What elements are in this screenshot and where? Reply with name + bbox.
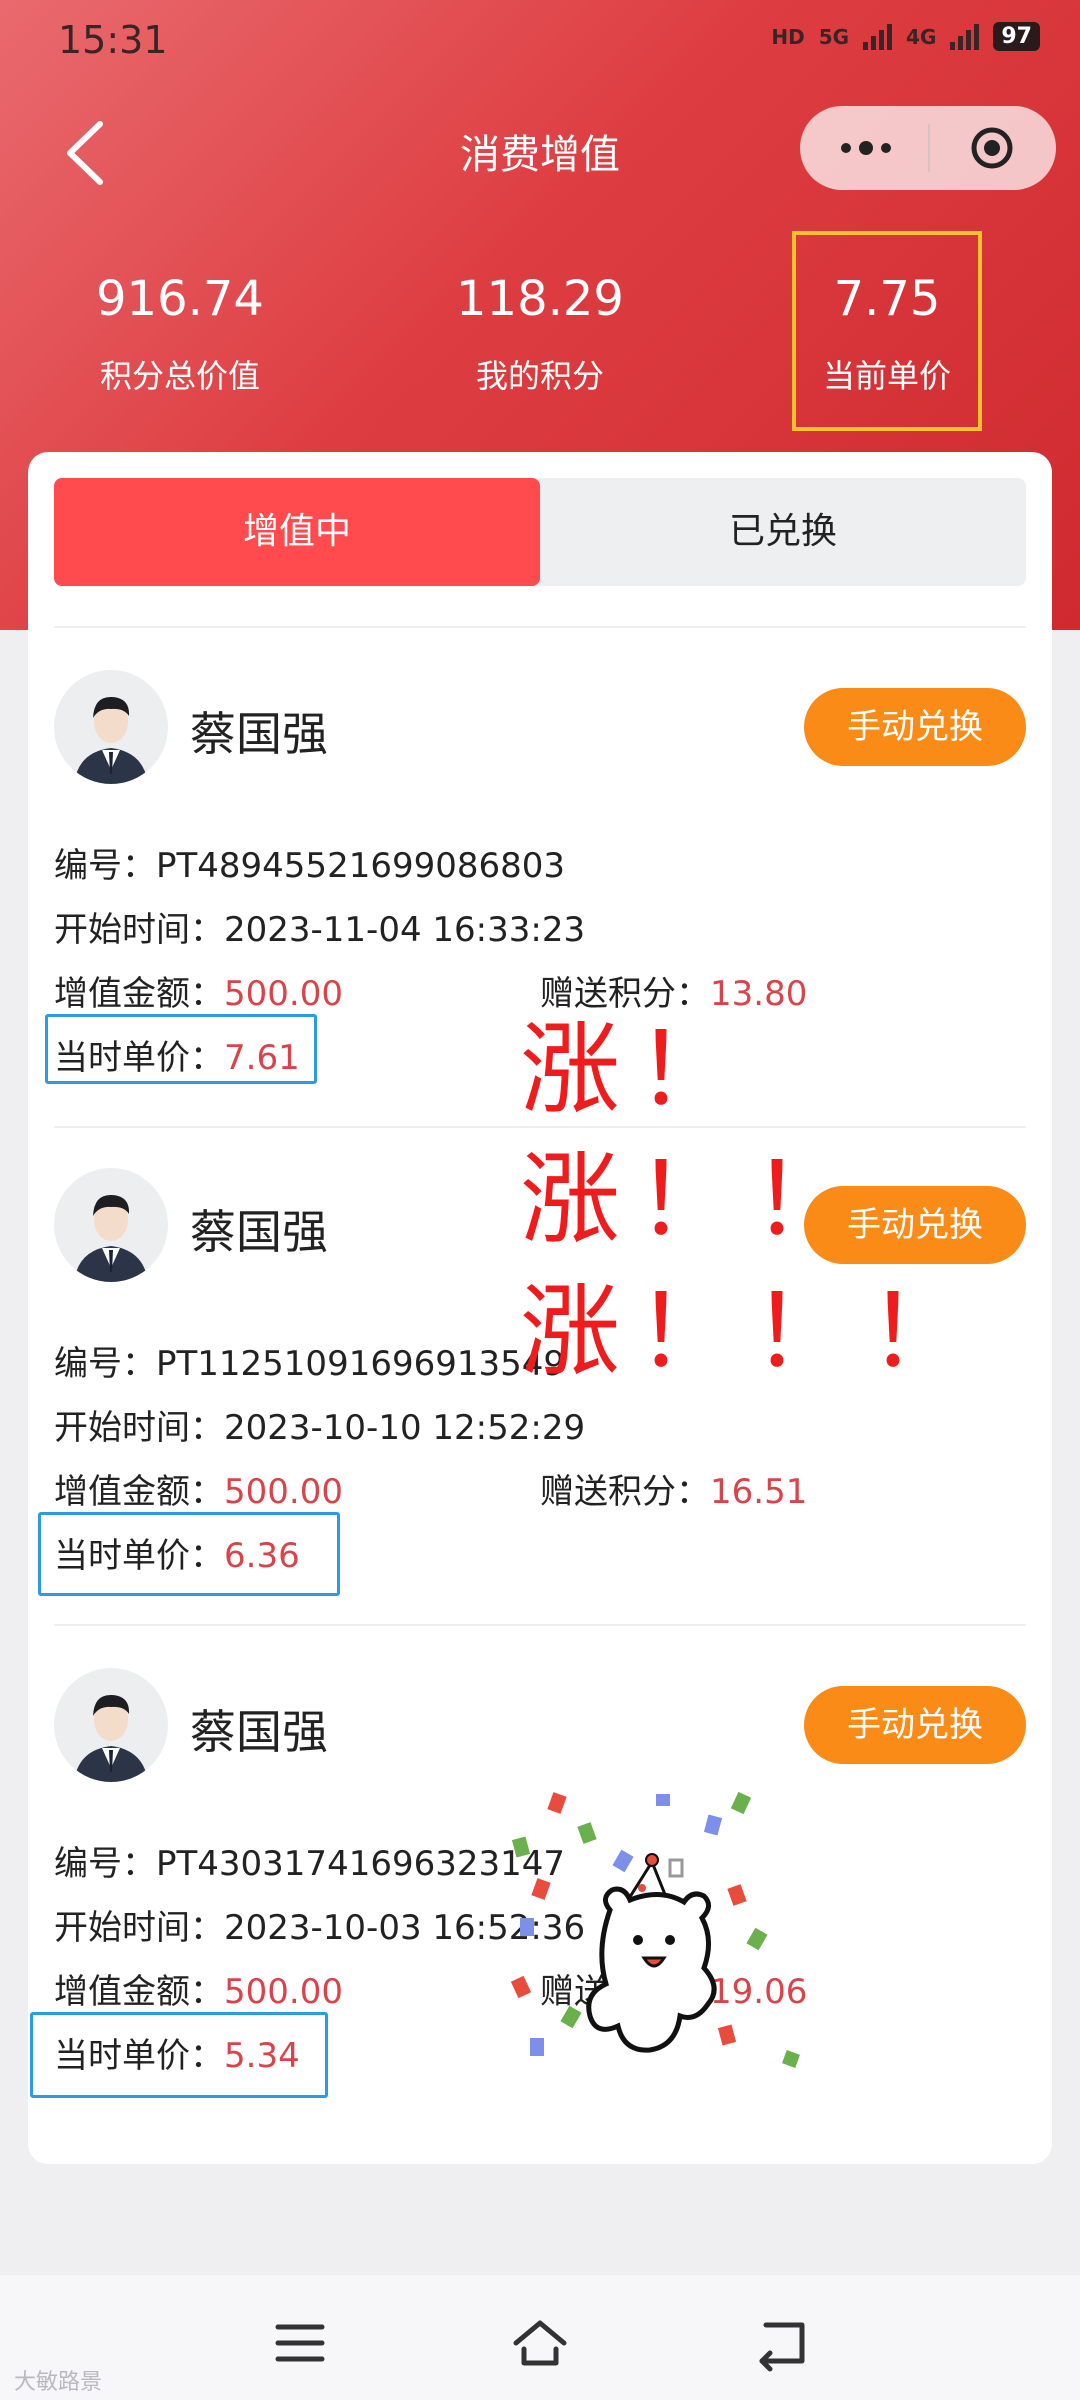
bonus-label: 赠送积分： [540, 1472, 710, 1512]
home-icon[interactable] [510, 2313, 570, 2373]
bonus-value: 16.51 [710, 1472, 808, 1512]
stat-current-price: 7.75 当前单价 [792, 231, 982, 431]
menu-icon[interactable] [270, 2313, 330, 2373]
user-name: 蔡国强 [190, 707, 328, 761]
hd-icon: HD [771, 24, 805, 49]
manual-redeem-button[interactable]: 手动兑换 [804, 1686, 1026, 1764]
user-name: 蔡国强 [190, 1205, 328, 1259]
person-avatar-icon [74, 696, 148, 784]
stat-total-value-number: 916.74 [96, 271, 264, 327]
price-highlight-box [45, 1014, 317, 1084]
price-highlight-box [30, 2012, 328, 2098]
stat-my-points: 118.29 我的积分 [380, 255, 700, 397]
record-bonus-row: 赠送积分：13.80 [540, 966, 807, 1015]
person-avatar-icon [74, 1694, 148, 1782]
network-5g-label: 5G [818, 24, 850, 49]
tab-bar: 增值中 已兑换 [54, 478, 1026, 586]
annotation-text-1: 涨！ [520, 1011, 752, 1128]
avatar [54, 1168, 168, 1282]
watermark: 大敏路景 [14, 2370, 103, 2395]
record-start-row: 开始时间：2023-10-10 12:52:29 [54, 1400, 585, 1449]
signal-icon [863, 23, 893, 50]
nav-bar: 消费增值 [0, 100, 1080, 200]
stat-my-points-number: 118.29 [456, 271, 624, 327]
record-id-label: 编号： [54, 1344, 156, 1384]
record-id-value: PT48945521699086803 [156, 846, 566, 886]
network-4g-label: 4G [906, 24, 937, 49]
stats-row: 916.74 积分总价值 118.29 我的积分 7.75 当前单价 [0, 231, 1080, 445]
amount-label: 增值金额： [54, 1972, 224, 2012]
battery-icon: 97 [993, 22, 1040, 51]
record-amount-row: 增值金额：500.00 [54, 966, 343, 1015]
record-bonus-row: 赠送积分：16.51 [540, 1464, 807, 1513]
bonus-label: 赠送积分： [540, 974, 710, 1014]
close-target-icon[interactable] [970, 126, 1014, 170]
avatar [54, 670, 168, 784]
amount-label: 增值金额： [54, 1472, 224, 1512]
bonus-value: 13.80 [710, 974, 808, 1014]
record-id-label: 编号： [54, 1844, 156, 1884]
divider [54, 626, 1026, 628]
stat-current-price-number: 7.75 [833, 271, 941, 327]
amount-value: 500.00 [224, 974, 343, 1014]
amount-label: 增值金额： [54, 974, 224, 1014]
stat-total-value: 916.74 积分总价值 [20, 255, 340, 397]
status-time: 15:31 [58, 18, 168, 62]
record-amount-row: 增值金额：500.00 [54, 1964, 343, 2013]
celebration-bear-sticker [510, 1791, 800, 2068]
signal-icon [950, 23, 980, 50]
status-bar: 15:31 HD 5G 4G 97 [0, 0, 1080, 80]
user-name: 蔡国强 [190, 1705, 328, 1759]
record-id-value: PT11251091696913549 [156, 1344, 566, 1384]
start-time-value: 2023-11-04 16:33:23 [224, 910, 586, 950]
start-time-value: 2023-10-10 12:52:29 [224, 1408, 586, 1448]
more-icon[interactable] [838, 136, 894, 160]
system-navigation-bar [0, 2275, 1080, 2400]
stat-total-value-label: 积分总价值 [99, 357, 260, 395]
record-id-row: 编号：PT43031741696323147 [54, 1836, 565, 1885]
tab-appreciating[interactable]: 增值中 [54, 478, 540, 586]
person-avatar-icon [74, 1194, 148, 1282]
status-icons: HD 5G 4G 97 [771, 22, 1040, 51]
back-icon[interactable] [752, 2313, 812, 2373]
divider [54, 1624, 1026, 1626]
record-id-label: 编号： [54, 846, 156, 886]
stat-current-price-label: 当前单价 [822, 357, 951, 395]
amount-value: 500.00 [224, 1972, 343, 2012]
avatar [54, 1668, 168, 1782]
stat-my-points-label: 我的积分 [475, 357, 604, 395]
amount-value: 500.00 [224, 1472, 343, 1512]
record-amount-row: 增值金额：500.00 [54, 1464, 343, 1513]
start-time-label: 开始时间： [54, 910, 224, 950]
record-id-row: 编号：PT11251091696913549 [54, 1336, 565, 1385]
annotation-text-2: 涨！！ [520, 1141, 868, 1258]
tab-redeemed[interactable]: 已兑换 [540, 478, 1026, 586]
record-id-row: 编号：PT48945521699086803 [54, 838, 565, 887]
start-time-label: 开始时间： [54, 1908, 224, 1948]
price-highlight-box [38, 1512, 340, 1596]
capsule-divider [928, 124, 930, 172]
start-time-label: 开始时间： [54, 1408, 224, 1448]
annotation-text-3: 涨！！！ [520, 1273, 984, 1390]
manual-redeem-button[interactable]: 手动兑换 [804, 688, 1026, 766]
mini-program-capsule [800, 106, 1056, 190]
record-start-row: 开始时间：2023-11-04 16:33:23 [54, 902, 585, 951]
